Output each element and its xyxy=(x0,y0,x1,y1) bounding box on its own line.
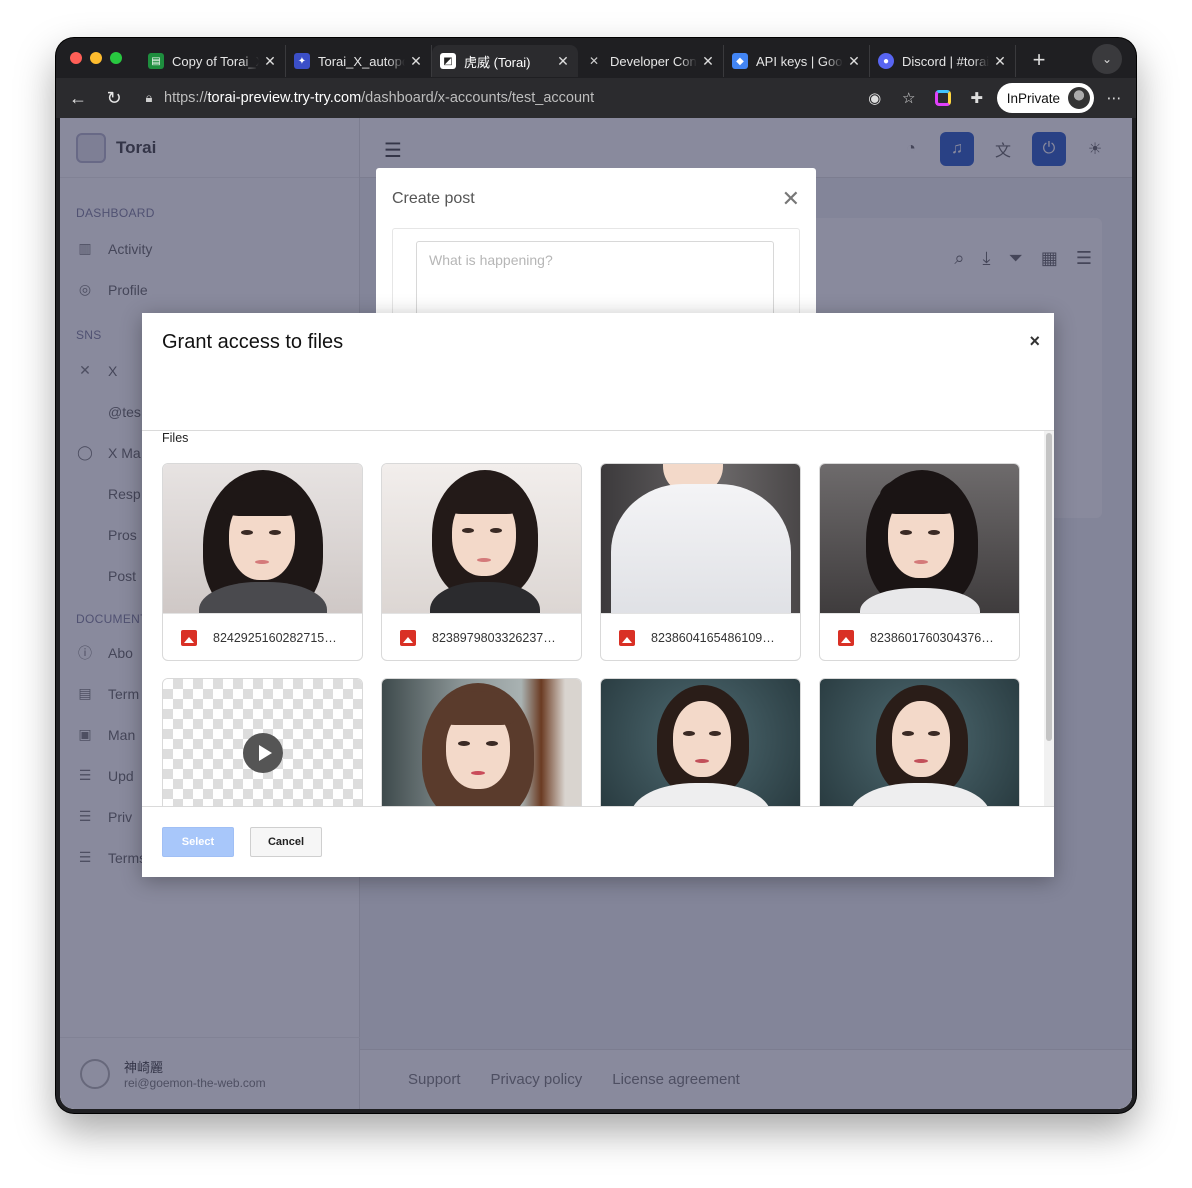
browser-toolbar: ← ↻ 🔒︎ https://torai-preview.try-try.com… xyxy=(56,78,1136,118)
file-picker-dialog: Grant access to files × Files 8242925160… xyxy=(142,313,1054,877)
file-card[interactable] xyxy=(381,678,582,806)
file-name: 8238979803326237… xyxy=(432,630,556,645)
image-file-icon xyxy=(181,629,197,646)
avatar xyxy=(1068,87,1090,109)
url-scheme: https:// xyxy=(164,90,208,106)
file-name: 8238604165486109… xyxy=(651,630,775,645)
dialog-title: Create post xyxy=(392,190,475,207)
file-card[interactable] xyxy=(600,678,801,806)
tab-title: Discord | #torai xyxy=(902,53,989,69)
play-icon xyxy=(243,733,283,773)
more-menu-icon[interactable]: ⋯ xyxy=(1100,84,1128,112)
tracking-eye-icon[interactable]: ◉ xyxy=(861,84,889,112)
url-path: /dashboard/x-accounts/test_account xyxy=(361,90,595,106)
favorite-star-icon[interactable]: ☆ xyxy=(895,84,923,112)
tab-sheets[interactable]: ▤ Copy of Torai_X_ ✕ xyxy=(140,45,286,77)
x-icon: ✕ xyxy=(588,54,600,68)
scrollbar-thumb[interactable] xyxy=(1046,433,1052,741)
tab-title: Torai_X_autopo xyxy=(318,53,405,69)
picker-footer: Select Cancel xyxy=(142,806,1054,877)
file-grid: 8242925160282715… 8238979803326237… 8238… xyxy=(162,463,1020,806)
image-file-icon xyxy=(838,629,854,646)
minimize-window-button[interactable] xyxy=(90,52,102,64)
tab-strip: ▤ Copy of Torai_X_ ✕ ✦ Torai_X_autopo ✕ … xyxy=(56,38,1136,78)
toolbar-right: ◉ ☆ ✚ InPrivate ⋯ xyxy=(861,83,1128,113)
file-card[interactable]: 8238601760304376… xyxy=(819,463,1020,661)
tab-app-script[interactable]: ✦ Torai_X_autopo ✕ xyxy=(286,45,432,77)
file-caption: 8238979803326237… xyxy=(382,613,581,660)
url-host: torai-preview.try-try.com xyxy=(207,90,362,106)
tab-torai[interactable]: ◩ 虎威 (Torai) ✕ xyxy=(432,45,578,77)
torai-icon: ◩ xyxy=(440,53,456,69)
file-thumbnail xyxy=(601,464,800,613)
back-arrow-icon[interactable]: ← xyxy=(64,84,92,112)
file-card[interactable] xyxy=(162,678,363,806)
refresh-icon[interactable]: ↻ xyxy=(100,84,128,112)
browser-window: ▤ Copy of Torai_X_ ✕ ✦ Torai_X_autopo ✕ … xyxy=(56,38,1136,1113)
file-name: 8242925160282715… xyxy=(213,630,337,645)
tab-title: API keys | Goog xyxy=(756,53,843,69)
picker-scrollbar[interactable] xyxy=(1044,431,1054,806)
close-window-button[interactable] xyxy=(70,52,82,64)
lock-icon: 🔒︎ xyxy=(145,90,153,105)
picker-title: Grant access to files xyxy=(162,331,344,353)
tab-list-chevron-icon[interactable]: ⌄ xyxy=(1092,44,1122,74)
file-thumbnail xyxy=(820,464,1019,613)
app-script-icon: ✦ xyxy=(294,53,310,69)
tab-google-api[interactable]: ◆ API keys | Goog ✕ xyxy=(724,45,870,77)
tab-x-developer[interactable]: ✕ Developer Cons ✕ xyxy=(578,45,724,77)
file-thumbnail xyxy=(820,679,1019,806)
file-thumbnail xyxy=(382,464,581,613)
file-card[interactable]: 8238604165486109… xyxy=(600,463,801,661)
file-thumbnail xyxy=(382,679,581,806)
files-section-label: Files xyxy=(162,431,189,445)
close-icon[interactable]: ✕ xyxy=(782,186,800,212)
close-icon[interactable]: ✕ xyxy=(263,53,277,70)
file-name: 8238601760304376… xyxy=(870,630,994,645)
picker-header: Grant access to files × xyxy=(142,313,1054,431)
close-icon[interactable]: ✕ xyxy=(409,53,423,70)
file-card[interactable] xyxy=(819,678,1020,806)
extensions-puzzle-icon[interactable]: ✚ xyxy=(963,84,991,112)
close-icon[interactable]: ✕ xyxy=(847,53,861,70)
discord-icon: ● xyxy=(878,53,894,69)
tab-title: 虎威 (Torai) xyxy=(464,54,531,70)
sheets-icon: ▤ xyxy=(148,53,164,69)
file-card[interactable]: 8242925160282715… xyxy=(162,463,363,661)
file-caption: 8238604165486109… xyxy=(601,613,800,660)
close-icon[interactable]: ✕ xyxy=(993,53,1007,70)
inprivate-profile-button[interactable]: InPrivate xyxy=(996,83,1094,113)
copilot-icon[interactable] xyxy=(929,84,957,112)
file-thumbnail xyxy=(601,679,800,806)
image-file-icon xyxy=(619,629,635,646)
cancel-button[interactable]: Cancel xyxy=(250,827,322,857)
zoom-window-button[interactable] xyxy=(110,52,122,64)
window-controls xyxy=(70,52,122,64)
image-file-icon xyxy=(400,629,416,646)
close-button[interactable]: × xyxy=(1029,331,1040,352)
picker-body: Files 8242925160282715… 8238979803326237… xyxy=(142,431,1044,806)
tab-title: Copy of Torai_X_ xyxy=(172,53,259,69)
new-tab-button[interactable]: + xyxy=(1024,45,1054,75)
google-cloud-icon: ◆ xyxy=(732,53,748,69)
tab-title: Developer Cons xyxy=(610,53,697,69)
address-bar[interactable]: 🔒︎ https://torai-preview.try-try.com/das… xyxy=(136,83,896,113)
close-icon[interactable]: ✕ xyxy=(556,53,570,70)
inprivate-label: InPrivate xyxy=(1006,90,1060,106)
file-thumbnail xyxy=(163,679,362,806)
file-thumbnail xyxy=(163,464,362,613)
file-caption: 8242925160282715… xyxy=(163,613,362,660)
tab-discord[interactable]: ● Discord | #torai ✕ xyxy=(870,45,1016,77)
file-caption: 8238601760304376… xyxy=(820,613,1019,660)
close-icon[interactable]: ✕ xyxy=(701,53,715,70)
file-card[interactable]: 8238979803326237… xyxy=(381,463,582,661)
select-button[interactable]: Select xyxy=(162,827,234,857)
